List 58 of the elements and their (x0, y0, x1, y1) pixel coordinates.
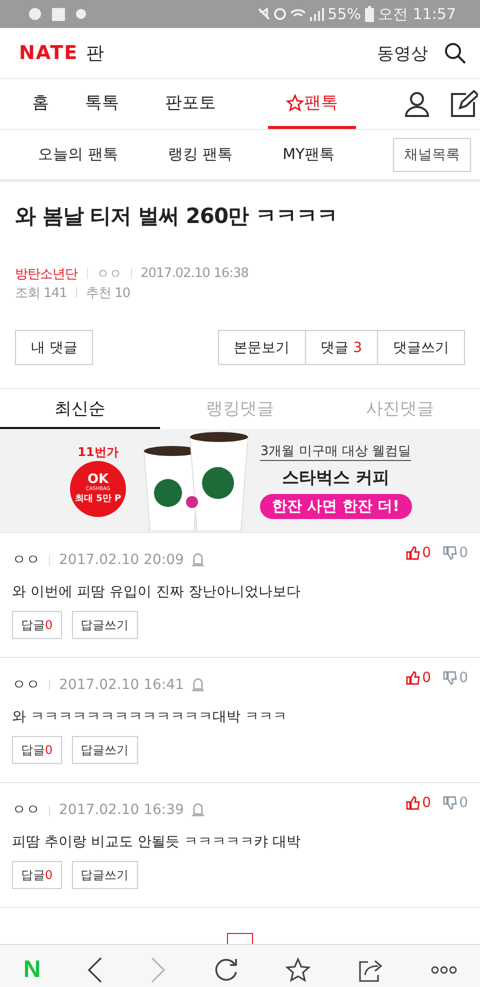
write-reply-button[interactable]: 답글쓰기 (72, 736, 138, 764)
nav-tab[interactable]: 톡톡 (67, 79, 137, 129)
nav-tab[interactable]: 홈 (20, 79, 67, 129)
write-reply-button[interactable]: 답글쓰기 (72, 611, 138, 639)
logo[interactable]: NATE (19, 42, 78, 64)
mute-icon (258, 8, 270, 20)
comment-text: 와 이번에 피땀 유입이 진짜 장난아니었나보다 (12, 583, 302, 601)
view-post-button[interactable]: 본문보기 (218, 330, 306, 365)
replies-button[interactable]: 답글0 (12, 861, 62, 889)
clock: 오전 11:57 (378, 4, 456, 24)
points-label: 최대 5만 P (74, 493, 122, 505)
user-icon[interactable] (404, 91, 430, 117)
sub-nav-link[interactable]: 랭킹 팬톡 (168, 145, 233, 164)
write-comment-button[interactable]: 댓글쓰기 (378, 330, 465, 365)
bookmark-star-icon[interactable] (285, 957, 312, 983)
wifi-icon (290, 9, 306, 19)
comment-author: ㅇㅇ (12, 801, 40, 819)
comment-author: ㅇㅇ (12, 551, 40, 569)
battery-percent: 55% (328, 5, 361, 23)
channel-list-button[interactable]: 채널목록 (393, 138, 471, 172)
comment-author: ㅇㅇ (12, 676, 40, 694)
back-icon[interactable] (87, 957, 104, 983)
like-button[interactable]: 0 (406, 795, 432, 811)
edit-icon[interactable] (450, 90, 478, 118)
like-button[interactable]: 0 (406, 545, 432, 561)
author: ㅇㅇ (96, 266, 122, 282)
comment-date: 2017.02.10 16:41 (59, 677, 184, 693)
video-link[interactable]: 동영상 (377, 42, 428, 64)
sub-nav-link[interactable]: MY팬톡 (282, 145, 335, 164)
search-icon[interactable] (444, 42, 466, 64)
channel-link[interactable]: 방탄소년단 (15, 264, 78, 282)
my-comments-button[interactable]: 내 댓글 (15, 330, 94, 365)
more-icon[interactable] (430, 966, 457, 974)
banner-product: 스타벅스 커피 (282, 467, 390, 489)
post-title: 와 봄날 티저 벌써 260만 ㅋㅋㅋㅋ (15, 203, 338, 230)
write-reply-button[interactable]: 답글쓰기 (72, 861, 138, 889)
like-button[interactable]: 0 (406, 670, 432, 686)
post-date: 2017.02.10 16:38 (140, 266, 249, 281)
cashbag-logo: OK (87, 473, 109, 486)
store-logo: 11번가 (78, 444, 118, 461)
nav-tab[interactable]: 판포토 (147, 79, 234, 129)
view-count: 조회 141 (15, 284, 67, 302)
comment-text: 와 ㅋㅋㅋㅋㅋㅋㅋㅋㅋㅋㅋㅋㅋ대박 ㅋㅋㅋ (12, 708, 288, 726)
banner-offer: 한잔 사면 한잔 더! (260, 494, 412, 519)
replies-button[interactable]: 답글0 (12, 736, 62, 764)
comments-button[interactable]: 댓글 3 (306, 330, 378, 365)
comment-text: 피땀 추이랑 비교도 안될듯 ㅋㅋㅋㅋㅋ캬 대박 (12, 833, 302, 851)
sub-nav-link[interactable]: 오늘의 팬톡 (38, 145, 118, 164)
reload-icon[interactable] (212, 957, 239, 983)
comment-date: 2017.02.10 20:09 (59, 552, 184, 568)
comment-date: 2017.02.10 16:39 (59, 802, 184, 818)
recommend-count: 추천 10 (86, 284, 130, 302)
banner-headline: 3개월 미구매 대상 웰컴딜 (260, 442, 412, 461)
nav-tab[interactable]: 팬톡 (268, 79, 356, 129)
replies-button[interactable]: 답글0 (12, 611, 62, 639)
signal-icon (310, 7, 324, 21)
logo-label: 판 (86, 42, 104, 65)
battery-icon (365, 6, 374, 22)
